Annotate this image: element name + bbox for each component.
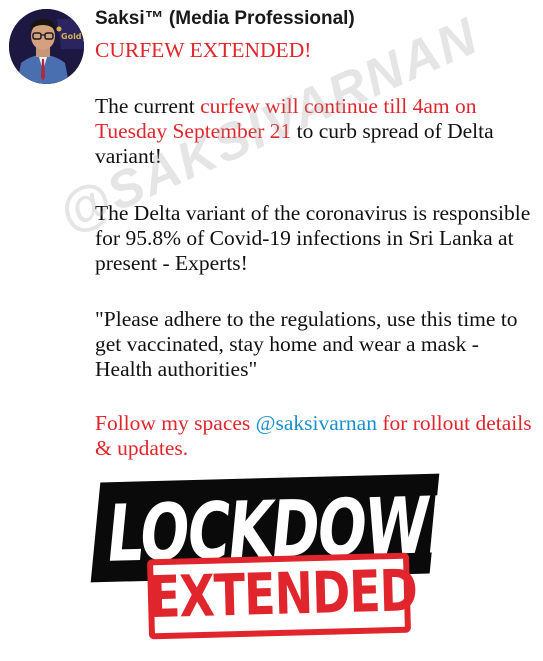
post-paragraph-4: Follow my spaces @saksivarnan for rollou…	[95, 411, 535, 461]
post-paragraph-3: "Please adhere to the regulations, use t…	[95, 307, 518, 381]
svg-text:Gold: Gold	[61, 32, 82, 41]
profile-photo-icon: Gold	[9, 9, 84, 84]
para1-intro: The current	[95, 94, 201, 118]
post-card: Gold Saksi™ (Media Professional) CURFEW …	[0, 0, 543, 661]
post-headline: CURFEW EXTENDED!	[95, 38, 312, 62]
post-paragraph-1: The current curfew will continue till 4a…	[95, 94, 535, 169]
extended-stamp-text: EXTENDED	[148, 556, 418, 631]
avatar[interactable]: Gold	[9, 9, 84, 84]
mention-link[interactable]: @saksivarnan	[256, 411, 377, 435]
post-paragraph-2: The Delta variant of the coronavirus is …	[95, 201, 531, 275]
para4-intro: Follow my spaces	[95, 411, 256, 435]
author-name[interactable]: Saksi™ (Media Professional)	[95, 8, 355, 30]
